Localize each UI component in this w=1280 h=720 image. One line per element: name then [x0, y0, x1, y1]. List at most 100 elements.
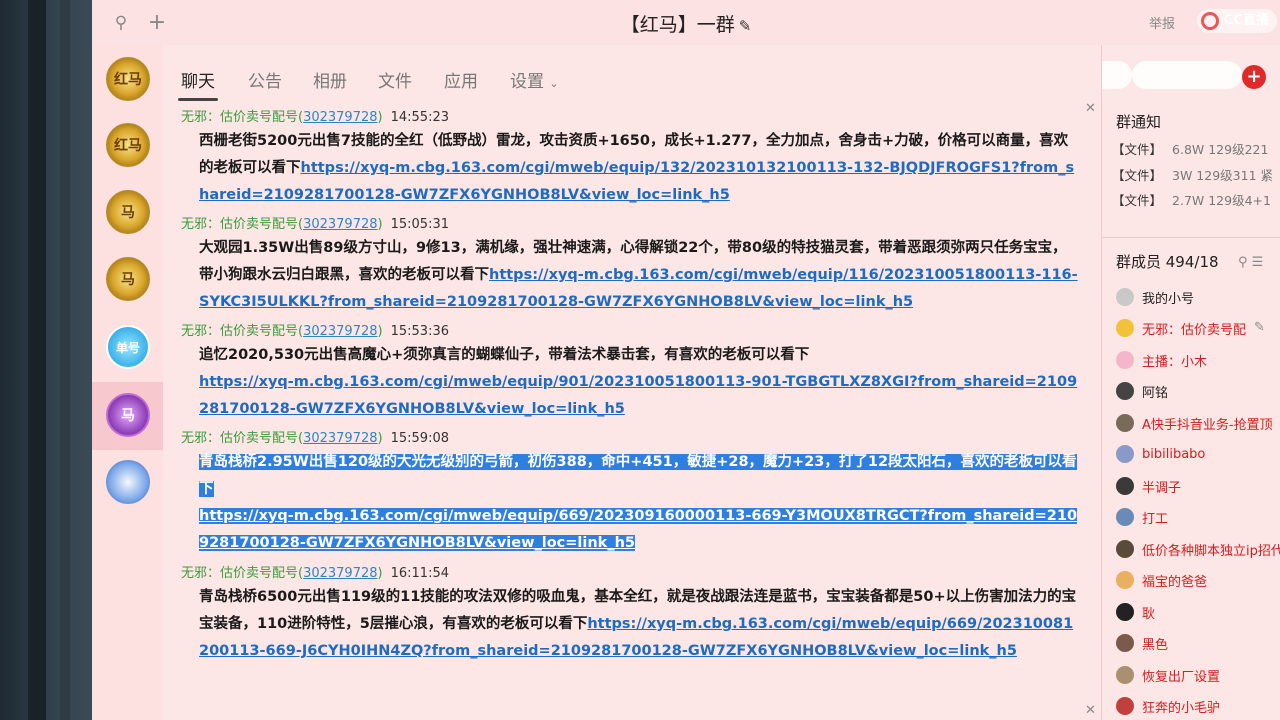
- background-desktop: [0, 0, 92, 720]
- member-name: A快手抖音业务-抢置顶: [1142, 417, 1273, 433]
- close-icon[interactable]: ✕: [1085, 101, 1096, 116]
- member-name: 无邪：估价卖号配: [1142, 322, 1247, 338]
- member-item[interactable]: 耿: [1116, 601, 1155, 623]
- edit-icon[interactable]: ✎: [739, 17, 752, 35]
- message-time: 16:11:54: [390, 566, 449, 581]
- notice-value: 3W 129级311 紧: [1172, 168, 1273, 183]
- member-item[interactable]: 黑色: [1116, 632, 1168, 654]
- tab-files[interactable]: 文件: [378, 67, 412, 92]
- tab-apps[interactable]: 应用: [444, 67, 478, 92]
- message-link[interactable]: https://xyq-m.cbg.163.com/cgi/mweb/equip…: [199, 374, 1077, 417]
- add-app-icon[interactable]: +: [1242, 65, 1266, 89]
- tab-settings-label: 设置: [510, 72, 544, 92]
- sender-bracket: ): [377, 324, 383, 339]
- notice-item[interactable]: 【文件】 2.7W 129级4+1: [1112, 190, 1271, 209]
- sender-qq[interactable]: 302379728: [303, 217, 377, 232]
- tab-album[interactable]: 相册: [313, 67, 347, 92]
- message-body: 西栅老街5200元出售7技能的全红（低野战）雷龙，攻击资质+1650，成长+1.…: [199, 128, 1079, 209]
- tab-chat[interactable]: 聊天: [181, 67, 215, 92]
- report-button[interactable]: 举报: [1149, 13, 1175, 32]
- member-item[interactable]: 恢复出厂设置: [1116, 664, 1220, 686]
- close-icon[interactable]: ✕: [1085, 703, 1096, 718]
- member-item[interactable]: 狂奔的小毛驴: [1116, 695, 1220, 717]
- group-avatar-active[interactable]: 马: [106, 393, 150, 437]
- group-avatar-label: 马: [121, 272, 135, 288]
- member-name: 阿铭: [1142, 385, 1169, 401]
- sender-name[interactable]: 无邪：估价卖号配号(: [181, 566, 303, 581]
- message-text: 青岛栈桥2.95W出售120级的大光无级别的弓箭，初伤388，命中+451，敏捷…: [199, 454, 1077, 497]
- member-item[interactable]: 半调子: [1116, 475, 1181, 497]
- background-strip: [60, 0, 70, 720]
- member-item[interactable]: 我的小号: [1116, 286, 1194, 308]
- sender-qq[interactable]: 302379728: [303, 110, 377, 125]
- member-item[interactable]: 阿铭: [1116, 380, 1168, 402]
- sender-name[interactable]: 无邪：估价卖号配号(: [181, 110, 303, 125]
- member-name: 恢复出厂设置: [1142, 669, 1221, 685]
- title-bar: ⚲ + 【红马】一群 ✎ 举报 CC直播: [92, 0, 1280, 45]
- group-avatar[interactable]: 红马: [106, 57, 150, 101]
- tab-settings[interactable]: 设置 ⌄: [510, 67, 559, 92]
- member-item[interactable]: 无邪：估价卖号配: [1116, 317, 1246, 339]
- window-title: 【红马】一群 ✎: [92, 10, 1280, 37]
- notice-tag: 【文件】: [1112, 168, 1163, 183]
- message-body-selected: 青岛栈桥2.95W出售120级的大光无级别的弓箭，初伤388，命中+451，敏捷…: [199, 449, 1079, 557]
- notice-tag: 【文件】: [1112, 193, 1163, 208]
- avatar: [1116, 288, 1134, 306]
- cc-logo-icon: [1201, 12, 1219, 30]
- group-avatar[interactable]: 马: [106, 257, 150, 301]
- tab-notice[interactable]: 公告: [248, 67, 282, 92]
- group-avatar[interactable]: [106, 460, 150, 504]
- group-avatar-label: 马: [121, 408, 135, 424]
- sender-bracket: ): [377, 566, 383, 581]
- member-item[interactable]: 低价各种脚本独立ip招代理: [1116, 538, 1280, 560]
- group-avatar[interactable]: 红马: [106, 123, 150, 167]
- group-chat-window: ⚲ + 【红马】一群 ✎ 举报 CC直播 红马 红马 马 马 单号 马 聊天 公告…: [92, 0, 1280, 720]
- message-link[interactable]: https://xyq-m.cbg.163.com/cgi/mweb/equip…: [199, 160, 1074, 203]
- notice-tag: 【文件】: [1112, 142, 1163, 157]
- sender-qq[interactable]: 302379728: [303, 324, 377, 339]
- avatar: [1116, 634, 1134, 652]
- member-name: bibilibabo: [1142, 446, 1206, 462]
- notice-item[interactable]: 【文件】 6.8W 129级221: [1112, 139, 1268, 158]
- avatar: [1116, 319, 1134, 337]
- chat-messages-area[interactable]: ✕ 无邪：估价卖号配号(302379728) 14:55:23 西栅老街5200元…: [163, 101, 1101, 720]
- member-item[interactable]: bibilibabo: [1116, 443, 1205, 465]
- group-avatar[interactable]: 马: [106, 190, 150, 234]
- search-member-icon[interactable]: ⚲: [1238, 255, 1248, 270]
- avatar: [1116, 508, 1134, 526]
- member-name: 主播：小木: [1142, 354, 1208, 370]
- sender-name[interactable]: 无邪：估价卖号配号(: [181, 431, 303, 446]
- notice-value: 2.7W 129级4+1: [1172, 193, 1271, 208]
- message-body: 追忆2020,530元出售高魔心+须弥真言的蝴蝶仙子，带着法术暴击套，有喜欢的老…: [199, 342, 1079, 423]
- group-avatar-label: 红马: [114, 72, 142, 88]
- notice-item[interactable]: 【文件】 3W 129级311 紧: [1112, 165, 1273, 184]
- sender-qq[interactable]: 302379728: [303, 566, 377, 581]
- member-item[interactable]: A快手抖音业务-抢置顶: [1116, 412, 1273, 434]
- member-item[interactable]: 福宝的爸爸: [1116, 569, 1207, 591]
- avatar: [1116, 666, 1134, 684]
- member-item[interactable]: 主播：小木: [1116, 349, 1207, 371]
- notice-value: 6.8W 129级221: [1172, 142, 1269, 157]
- chat-message: 无邪：估价卖号配号(302379728) 14:55:23 西栅老街5200元出售…: [181, 108, 1081, 209]
- member-tools: ⚲ ☰: [1238, 255, 1278, 270]
- message-time: 15:59:08: [390, 431, 449, 446]
- member-name: 低价各种脚本独立ip招代理: [1142, 543, 1280, 559]
- member-list-icon[interactable]: ☰: [1252, 255, 1264, 270]
- message-link[interactable]: https://xyq-m.cbg.163.com/cgi/mweb/equip…: [199, 508, 1078, 551]
- sender-name[interactable]: 无邪：估价卖号配号(: [181, 324, 303, 339]
- members-title: 群成员 494/18: [1116, 253, 1219, 271]
- member-name: 黑色: [1142, 637, 1169, 653]
- sender-name[interactable]: 无邪：估价卖号配号(: [181, 217, 303, 232]
- cc-live-logo: CC直播: [1197, 9, 1277, 33]
- group-avatar[interactable]: 单号: [106, 325, 150, 369]
- message-header: 无邪：估价卖号配号(302379728) 15:59:08: [181, 429, 1081, 449]
- sender-bracket: ): [377, 431, 383, 446]
- avatar: [1116, 571, 1134, 589]
- divider: [1102, 237, 1280, 238]
- edit-icon[interactable]: ✎: [1254, 320, 1265, 335]
- sender-qq[interactable]: 302379728: [303, 431, 377, 446]
- avatar: [1116, 414, 1134, 432]
- member-item[interactable]: 打工: [1116, 506, 1168, 528]
- message-time: 15:53:36: [390, 324, 449, 339]
- message-header: 无邪：估价卖号配号(302379728) 15:53:36: [181, 322, 1081, 342]
